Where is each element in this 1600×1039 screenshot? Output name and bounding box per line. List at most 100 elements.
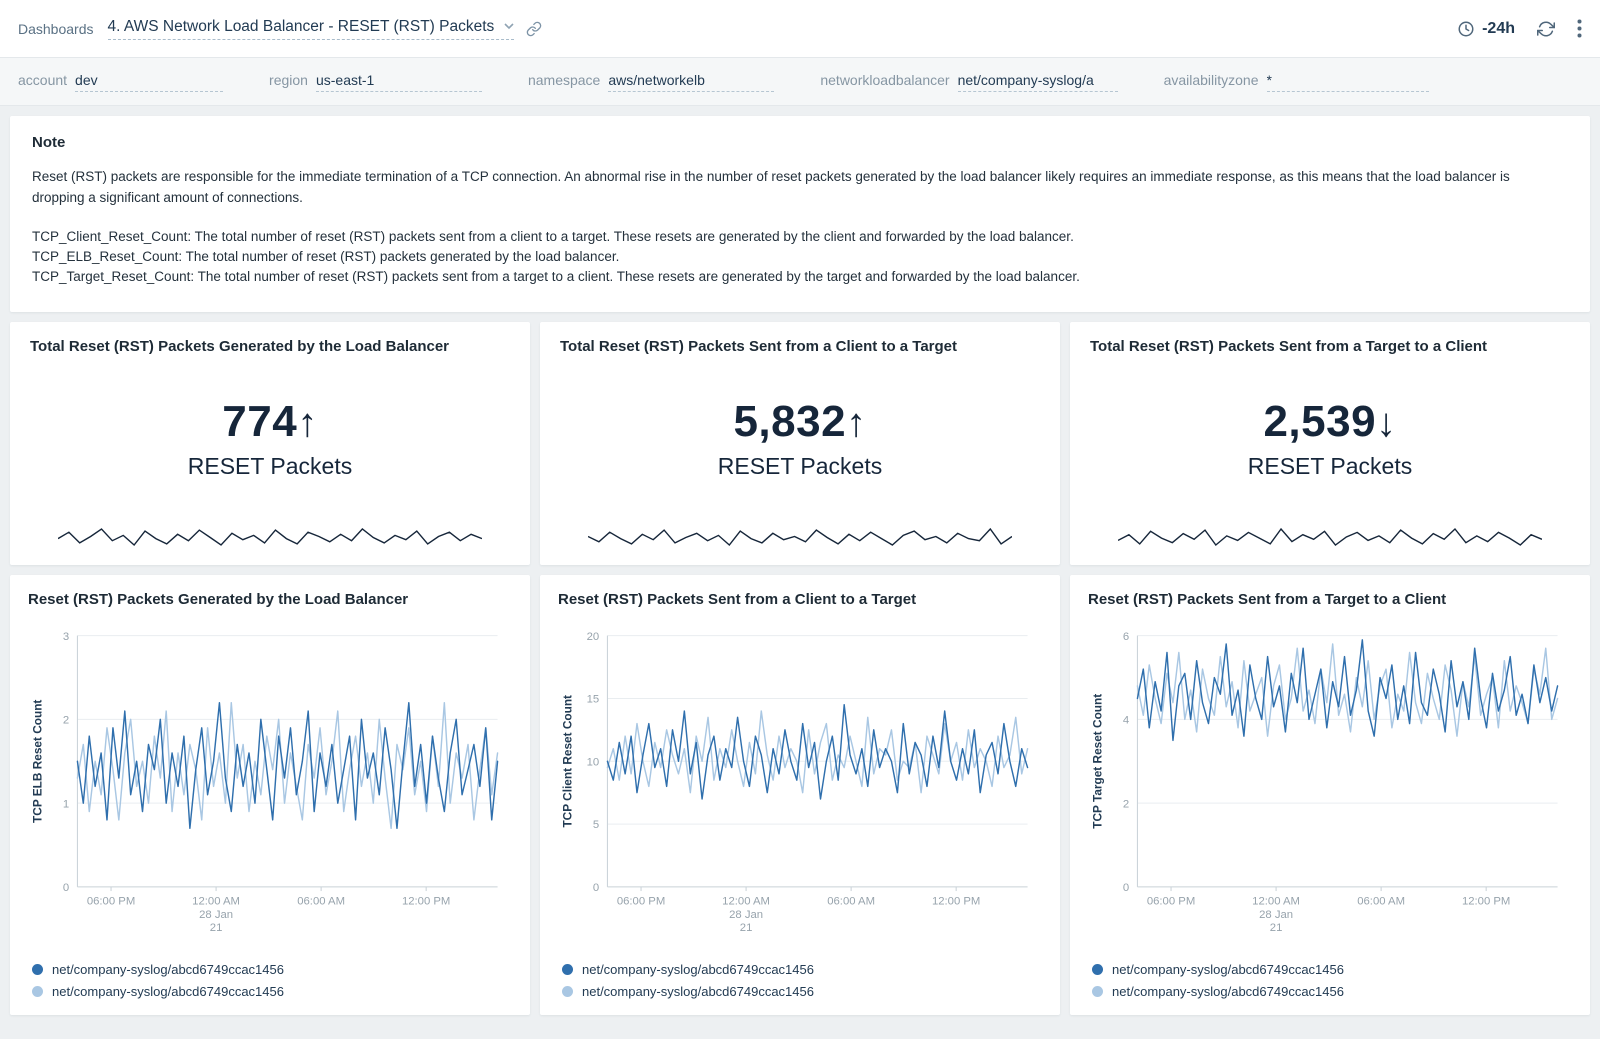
sparkline <box>1090 523 1570 551</box>
time-series-chart[interactable]: 0510152006:00 PM12:00 AM28 Jan2106:00 AM… <box>558 612 1042 960</box>
stat-value: 2,539↓ <box>1263 397 1396 447</box>
filter-label: namespace <box>528 72 600 88</box>
filter-region[interactable]: region us-east-1 <box>269 72 482 92</box>
svg-text:6: 6 <box>1123 630 1129 642</box>
svg-text:21: 21 <box>210 922 223 934</box>
stat-value: 5,832↑ <box>733 397 866 447</box>
svg-text:21: 21 <box>1270 922 1283 934</box>
svg-text:12:00 PM: 12:00 PM <box>932 895 980 907</box>
filter-bar: account dev region us-east-1 namespace a… <box>0 58 1600 106</box>
trend-up-icon: ↑ <box>846 401 867 445</box>
trend-down-icon: ↓ <box>1376 401 1397 445</box>
note-line-client: TCP_Client_Reset_Count: The total number… <box>32 227 1568 247</box>
series-label: net/company-syslog/abcd6749ccac1456 <box>52 984 284 999</box>
stat-unit: RESET Packets <box>718 453 882 480</box>
filter-value[interactable]: * <box>1267 72 1429 92</box>
dashboard-body: Note Reset (RST) packets are responsible… <box>0 106 1600 1025</box>
svg-text:4: 4 <box>1123 714 1129 726</box>
chevron-down-icon <box>504 23 514 30</box>
svg-text:12:00 AM: 12:00 AM <box>722 895 770 907</box>
filter-value[interactable]: dev <box>75 72 223 92</box>
svg-text:20: 20 <box>587 630 600 642</box>
svg-text:TCP Target Reset Count: TCP Target Reset Count <box>1090 693 1104 828</box>
svg-text:28 Jan: 28 Jan <box>199 908 233 920</box>
series-label: net/company-syslog/abcd6749ccac1456 <box>582 984 814 999</box>
svg-text:TCP Client Reset Count: TCP Client Reset Count <box>560 695 574 828</box>
note-title: Note <box>32 134 1568 151</box>
series-label: net/company-syslog/abcd6749ccac1456 <box>1112 962 1344 977</box>
top-bar: Dashboards 4. AWS Network Load Balancer … <box>0 0 1600 58</box>
svg-text:21: 21 <box>740 922 753 934</box>
kebab-menu-button[interactable] <box>1577 19 1582 38</box>
svg-text:3: 3 <box>63 630 69 642</box>
chart-panel-client: Reset (RST) Packets Sent from a Client t… <box>540 575 1060 1015</box>
filter-account[interactable]: account dev <box>18 72 223 92</box>
dashboard-title-dropdown[interactable]: 4. AWS Network Load Balancer - RESET (RS… <box>108 18 515 40</box>
series-label: net/company-syslog/abcd6749ccac1456 <box>1112 984 1344 999</box>
stat-unit: RESET Packets <box>188 453 352 480</box>
series-color-dot <box>562 986 573 997</box>
svg-text:2: 2 <box>1123 798 1129 810</box>
svg-text:2: 2 <box>63 714 69 726</box>
panel-title: Reset (RST) Packets Sent from a Client t… <box>558 591 1042 608</box>
panel-title: Total Reset (RST) Packets Sent from a Ta… <box>1090 338 1570 355</box>
filter-networkloadbalancer[interactable]: networkloadbalancer net/company-syslog/a <box>820 72 1117 92</box>
chart-legend: net/company-syslog/abcd6749ccac1456 net/… <box>28 960 512 1003</box>
series-color-dot <box>1092 964 1103 975</box>
panel-title: Reset (RST) Packets Sent from a Target t… <box>1088 591 1572 608</box>
filter-label: account <box>18 72 67 88</box>
time-series-chart[interactable]: 0 2 4 6 06:00 PM 12:00 AM28 Jan 21 06:00 AM 12:0… <box>1088 612 1572 960</box>
share-link-icon[interactable] <box>526 21 542 37</box>
panel-title: Total Reset (RST) Packets Generated by t… <box>30 338 510 355</box>
filter-availabilityzone[interactable]: availabilityzone * <box>1164 72 1429 92</box>
svg-text:06:00 AM: 06:00 AM <box>1357 895 1405 907</box>
svg-text:06:00 AM: 06:00 AM <box>297 895 345 907</box>
svg-text:12:00 PM: 12:00 PM <box>1462 895 1510 907</box>
legend-item[interactable]: net/company-syslog/abcd6749ccac1456 <box>1092 962 1568 977</box>
series-color-dot <box>32 964 43 975</box>
refresh-button[interactable] <box>1537 20 1555 38</box>
legend-item[interactable]: net/company-syslog/abcd6749ccac1456 <box>1092 984 1568 999</box>
panel-title: Reset (RST) Packets Generated by the Loa… <box>28 591 512 608</box>
svg-text:28 Jan: 28 Jan <box>1259 908 1293 920</box>
series-color-dot <box>1092 986 1103 997</box>
clock-icon <box>1457 20 1475 38</box>
chart-panel-elb: Reset (RST) Packets Generated by the Loa… <box>10 575 530 1015</box>
svg-text:12:00 AM: 12:00 AM <box>192 895 240 907</box>
sparkline <box>30 523 510 551</box>
legend-item[interactable]: net/company-syslog/abcd6749ccac1456 <box>32 962 508 977</box>
svg-text:06:00 PM: 06:00 PM <box>617 895 665 907</box>
svg-text:10: 10 <box>587 756 600 768</box>
legend-item[interactable]: net/company-syslog/abcd6749ccac1456 <box>562 984 1038 999</box>
filter-value[interactable]: us-east-1 <box>316 72 482 92</box>
time-series-chart[interactable]: 012306:00 PM12:00 AM28 Jan2106:00 AM12:0… <box>28 612 512 960</box>
chart-panel-target: Reset (RST) Packets Sent from a Target t… <box>1070 575 1590 1015</box>
svg-text:12:00 AM: 12:00 AM <box>1252 895 1300 907</box>
filter-label: region <box>269 72 308 88</box>
note-line-elb: TCP_ELB_Reset_Count: The total number of… <box>32 247 1568 267</box>
filter-label: networkloadbalancer <box>820 72 949 88</box>
series-label: net/company-syslog/abcd6749ccac1456 <box>582 962 814 977</box>
filter-value[interactable]: net/company-syslog/a <box>958 72 1118 92</box>
sparkline <box>560 523 1040 551</box>
series-color-dot <box>562 964 573 975</box>
breadcrumb[interactable]: Dashboards <box>18 21 94 37</box>
stat-value: 774↑ <box>222 397 317 447</box>
legend-item[interactable]: net/company-syslog/abcd6749ccac1456 <box>32 984 508 999</box>
svg-text:12:00 PM: 12:00 PM <box>402 895 450 907</box>
series-label: net/company-syslog/abcd6749ccac1456 <box>52 962 284 977</box>
time-range-label: -24h <box>1482 20 1515 38</box>
charts-row: Reset (RST) Packets Generated by the Loa… <box>10 575 1590 1015</box>
time-range-picker[interactable]: -24h <box>1457 20 1515 38</box>
svg-text:28 Jan: 28 Jan <box>729 908 763 920</box>
svg-text:0: 0 <box>1123 882 1129 894</box>
legend-item[interactable]: net/company-syslog/abcd6749ccac1456 <box>562 962 1038 977</box>
svg-text:1: 1 <box>63 798 69 810</box>
panel-title: Total Reset (RST) Packets Sent from a Cl… <box>560 338 1040 355</box>
svg-text:06:00 PM: 06:00 PM <box>1147 895 1195 907</box>
svg-text:0: 0 <box>593 882 599 894</box>
svg-text:06:00 AM: 06:00 AM <box>827 895 875 907</box>
filter-label: availabilityzone <box>1164 72 1259 88</box>
filter-namespace[interactable]: namespace aws/networkelb <box>528 72 774 92</box>
filter-value[interactable]: aws/networkelb <box>608 72 774 92</box>
